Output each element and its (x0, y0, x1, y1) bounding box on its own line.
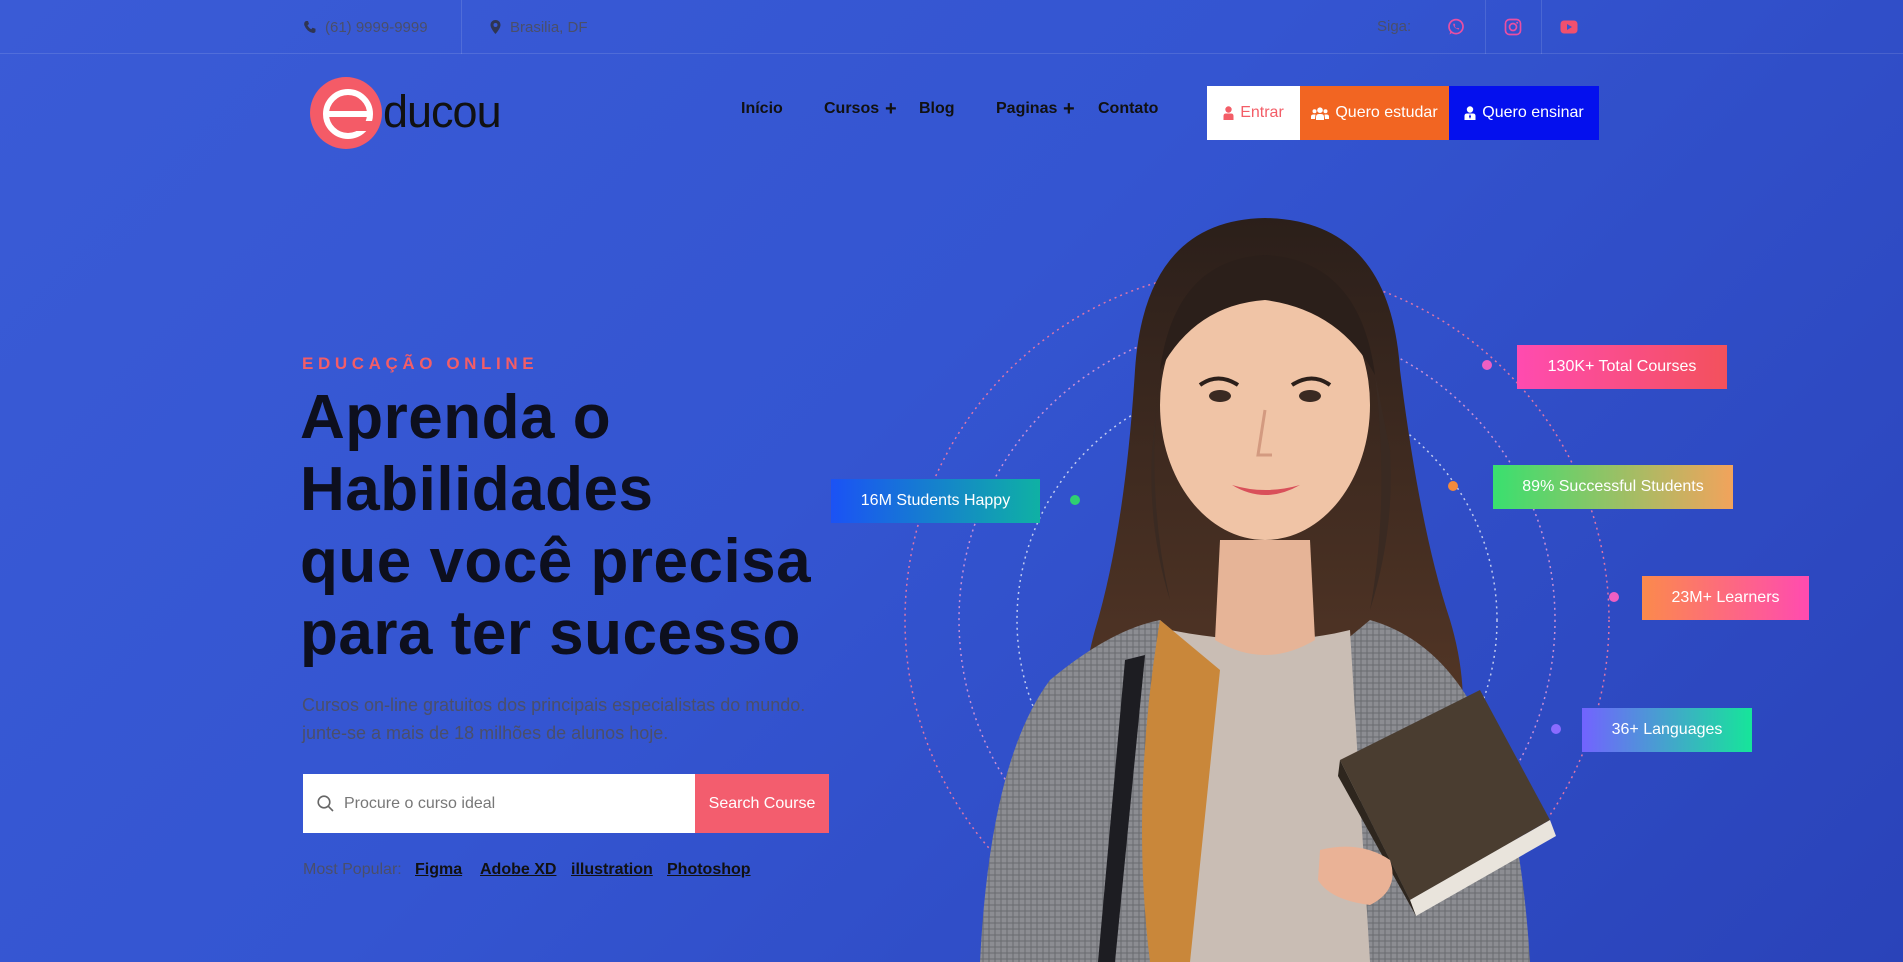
orbit-dot (1551, 724, 1561, 734)
user-icon (1223, 106, 1234, 120)
paginas-expand-icon[interactable]: + (1063, 98, 1075, 121)
popular-label: Most Popular: (303, 861, 402, 878)
instagram-icon (1504, 18, 1522, 36)
hero-visual: 130K+ Total Courses 16M Students Happy 8… (820, 200, 1903, 962)
nav-inicio[interactable]: Início (741, 100, 783, 118)
orbit-dot (1448, 481, 1458, 491)
teacher-icon (1464, 106, 1476, 120)
location-contact: Brasilia, DF (490, 0, 588, 54)
map-pin-icon (490, 20, 501, 34)
popular-tag-photoshop[interactable]: Photoshop (667, 861, 751, 879)
student-photo (980, 218, 1556, 962)
popular-tag-adobe-xd[interactable]: Adobe XD (480, 861, 556, 879)
youtube-icon (1560, 20, 1578, 34)
hero-subtitle: Cursos on-line gratuitos dos principais … (302, 695, 806, 743)
quero-ensinar-button[interactable]: Quero ensinar (1449, 86, 1599, 140)
headline-line: Habilidades (300, 455, 654, 524)
topbar-divider (461, 0, 462, 54)
headline-line: que você precisa (300, 527, 812, 596)
instagram-link[interactable] (1485, 0, 1541, 54)
course-search-box[interactable] (303, 774, 695, 833)
entrar-label: Entrar (1240, 104, 1284, 121)
nav-paginas[interactable]: Paginas (996, 100, 1057, 118)
entrar-button[interactable]: Entrar (1207, 86, 1300, 140)
cursos-expand-icon[interactable]: + (885, 98, 897, 121)
nav-cursos[interactable]: Cursos (824, 100, 879, 118)
search-course-button[interactable]: Search Course (695, 774, 829, 833)
hero-eyebrow: EDUCAÇÃO ONLINE (302, 354, 539, 373)
orbit-dot (1070, 495, 1080, 505)
location-text: Brasilia, DF (510, 18, 588, 36)
orbit-dot (1482, 360, 1492, 370)
nav-blog[interactable]: Blog (919, 100, 955, 118)
logo-mark (310, 77, 382, 149)
stat-happy-students: 16M Students Happy (831, 479, 1040, 523)
whatsapp-link[interactable] (1428, 0, 1484, 54)
course-search-input[interactable] (344, 794, 674, 813)
top-bar: (61) 9999-9999 Brasilia, DF Siga: (0, 0, 1903, 54)
youtube-link[interactable] (1541, 0, 1597, 54)
stat-successful-students: 89% Successful Students (1493, 465, 1733, 509)
follow-label: Siga: (1377, 18, 1412, 35)
stat-languages: 36+ Languages (1582, 708, 1752, 752)
phone-number: (61) 9999-9999 (325, 18, 428, 36)
popular-tag-figma[interactable]: Figma (415, 861, 462, 879)
headline-line: para ter sucesso (300, 599, 801, 668)
phone-icon (304, 21, 316, 33)
phone-contact[interactable]: (61) 9999-9999 (303, 0, 428, 54)
nav-contato[interactable]: Contato (1098, 100, 1158, 118)
headline-line: Aprenda o (300, 383, 612, 452)
quero-estudar-label: Quero estudar (1335, 104, 1438, 121)
quero-ensinar-label: Quero ensinar (1482, 104, 1584, 121)
stat-total-courses: 130K+ Total Courses (1517, 345, 1727, 389)
stat-learners: 23M+ Learners (1642, 576, 1809, 620)
popular-tag-illustration[interactable]: illustration (571, 861, 653, 879)
whatsapp-icon (1448, 18, 1464, 35)
quero-estudar-button[interactable]: Quero estudar (1300, 86, 1449, 140)
users-icon (1311, 106, 1330, 120)
hero-headline: Aprenda o Habilidades que você precisa p… (300, 382, 860, 670)
logo-text[interactable]: ducou (383, 86, 502, 138)
orbit-dot (1609, 592, 1619, 602)
search-icon (317, 795, 334, 812)
